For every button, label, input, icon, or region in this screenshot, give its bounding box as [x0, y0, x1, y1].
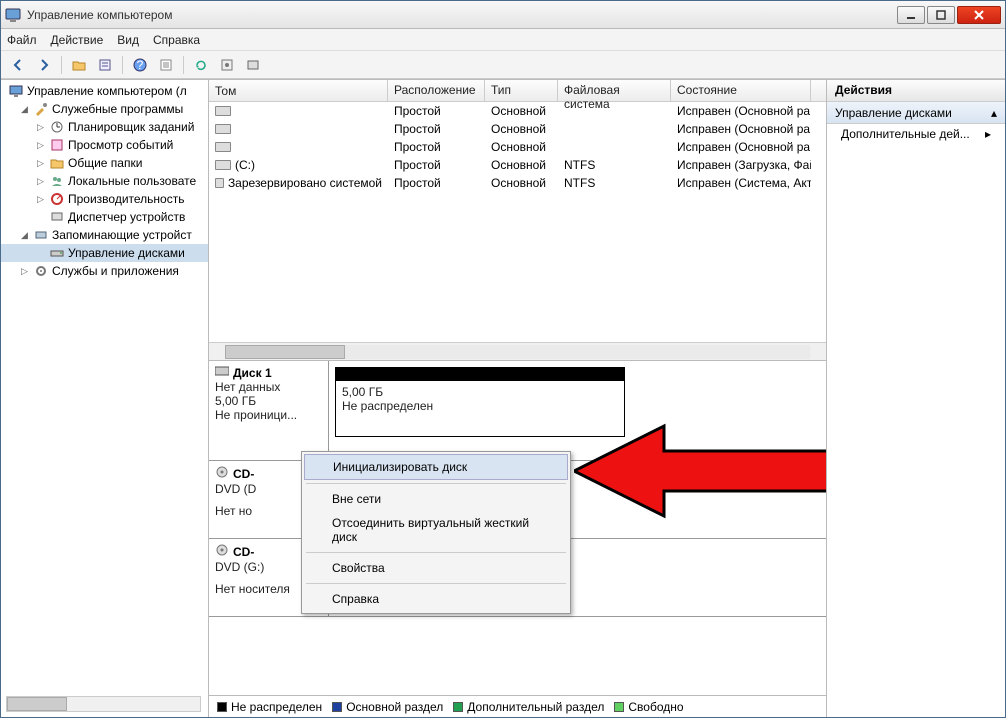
folder-button[interactable]	[68, 54, 90, 76]
diskmgmt-icon	[49, 245, 65, 261]
disk-area: Диск 1 Нет данных 5,00 ГБ Не проиници...…	[209, 360, 826, 695]
tree-pane: Управление компьютером (л ◢Служебные про…	[1, 80, 209, 717]
tools-icon	[33, 101, 49, 117]
col-layout[interactable]: Расположение	[388, 80, 485, 101]
menu-detach-vhd[interactable]: Отсоединить виртуальный жесткий диск	[304, 511, 568, 549]
context-menu: Инициализировать диск Вне сети Отсоедини…	[301, 451, 571, 614]
volume-row[interactable]: ПростойОсновнойИсправен (Основной ра	[209, 138, 826, 156]
disk-icon	[215, 142, 231, 152]
minimize-button[interactable]	[897, 6, 925, 24]
properties-button[interactable]	[94, 54, 116, 76]
actions-disk-management[interactable]: Управление дисками▴	[827, 102, 1005, 124]
volume-row[interactable]: Зарезервировано системойПростойОсновнойN…	[209, 174, 826, 192]
disk-icon	[215, 106, 231, 116]
services-icon	[33, 263, 49, 279]
forward-button[interactable]	[33, 54, 55, 76]
volume-row[interactable]: ПростойОсновнойИсправен (Основной ра	[209, 120, 826, 138]
back-button[interactable]	[7, 54, 29, 76]
storage-icon	[33, 227, 49, 243]
col-type[interactable]: Тип	[485, 80, 558, 101]
events-icon	[49, 137, 65, 153]
disk-icon	[215, 365, 229, 380]
menu-help[interactable]: Справка	[304, 587, 568, 611]
tree-events[interactable]: ▷Просмотр событий	[1, 136, 208, 154]
settings-button[interactable]	[216, 54, 238, 76]
volume-header: Том Расположение Тип Файловая система Со…	[209, 80, 826, 102]
volume-row[interactable]: ПростойОсновнойИсправен (Основной ра	[209, 102, 826, 120]
tree-device-manager[interactable]: Диспетчер устройств	[1, 208, 208, 226]
menu-action[interactable]: Действие	[51, 33, 104, 47]
tree-scrollbar[interactable]	[6, 696, 201, 712]
extra-button[interactable]	[242, 54, 264, 76]
volume-hscroll[interactable]	[209, 342, 826, 360]
maximize-button[interactable]	[927, 6, 955, 24]
actions-header: Действия	[827, 80, 1005, 102]
cd-icon	[215, 465, 229, 482]
toolbar: ?	[1, 51, 1005, 79]
tree-services-apps[interactable]: ▷Службы и приложения	[1, 262, 208, 280]
volume-list: ПростойОсновнойИсправен (Основной ра Про…	[209, 102, 826, 342]
tree-services-programs[interactable]: ◢Служебные программы	[1, 100, 208, 118]
app-icon	[5, 7, 21, 23]
computer-icon	[8, 83, 24, 99]
volume-row[interactable]: (C:)ПростойОсновнойNTFSИсправен (Загрузк…	[209, 156, 826, 174]
disk-icon	[215, 124, 231, 134]
list-button[interactable]	[155, 54, 177, 76]
device-icon	[49, 209, 65, 225]
svg-text:?: ?	[137, 58, 144, 72]
window-title: Управление компьютером	[27, 8, 895, 22]
disk-icon	[215, 160, 231, 170]
menu-help[interactable]: Справка	[153, 33, 200, 47]
col-filesystem[interactable]: Файловая система	[558, 80, 671, 101]
close-button[interactable]	[957, 6, 1001, 24]
window: Управление компьютером Файл Действие Вид…	[0, 0, 1006, 718]
center-pane: Том Расположение Тип Файловая система Со…	[209, 80, 827, 717]
menu-initialize-disk[interactable]: Инициализировать диск	[304, 454, 568, 480]
menu-offline[interactable]: Вне сети	[304, 487, 568, 511]
chevron-right-icon: ▸	[985, 127, 991, 141]
menubar: Файл Действие Вид Справка	[1, 29, 1005, 51]
legend: Не распределен Основной раздел Дополните…	[209, 695, 826, 717]
menu-view[interactable]: Вид	[117, 33, 139, 47]
refresh-button[interactable]	[190, 54, 212, 76]
perf-icon	[49, 191, 65, 207]
col-state[interactable]: Состояние	[671, 80, 811, 101]
menu-file[interactable]: Файл	[7, 33, 37, 47]
folder-icon	[49, 155, 65, 171]
tree-performance[interactable]: ▷Производительность	[1, 190, 208, 208]
actions-more[interactable]: Дополнительные дей...▸	[827, 124, 1005, 144]
col-volume[interactable]: Том	[209, 80, 388, 101]
tree-local-users[interactable]: ▷Локальные пользовате	[1, 172, 208, 190]
users-icon	[49, 173, 65, 189]
collapse-icon: ▴	[991, 106, 997, 120]
cd-icon	[215, 543, 229, 560]
actions-pane: Действия Управление дисками▴ Дополнитель…	[827, 80, 1005, 717]
annotation-arrow	[574, 416, 826, 526]
tree-root[interactable]: Управление компьютером (л	[1, 82, 208, 100]
help-button[interactable]: ?	[129, 54, 151, 76]
tree-scheduler[interactable]: ▷Планировщик заданий	[1, 118, 208, 136]
menu-properties[interactable]: Свойства	[304, 556, 568, 580]
tree-storage[interactable]: ◢Запоминающие устройст	[1, 226, 208, 244]
disk-icon	[215, 178, 224, 188]
tree-shared-folders[interactable]: ▷Общие папки	[1, 154, 208, 172]
tree-disk-management[interactable]: Управление дисками	[1, 244, 208, 262]
titlebar: Управление компьютером	[1, 1, 1005, 29]
clock-icon	[49, 119, 65, 135]
